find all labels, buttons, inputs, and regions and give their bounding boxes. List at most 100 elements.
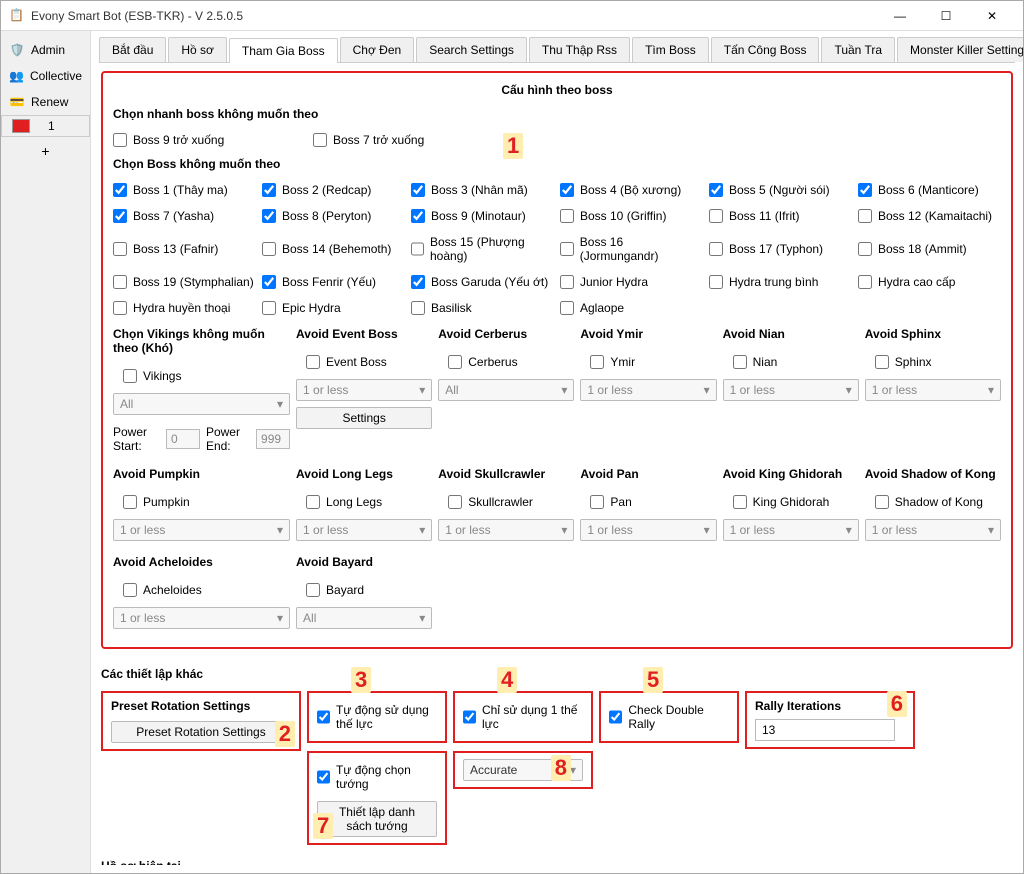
add-account-button[interactable]: + [1,137,90,165]
boss-8[interactable]: Boss 9 (Minotaur) [411,209,554,223]
boss-4[interactable]: Boss 5 (Người sói) [709,183,852,197]
avoid-ck[interactable]: Long Legs [306,495,432,509]
boss-7[interactable]: Boss 8 (Peryton) [262,209,405,223]
avoid-settings-button[interactable]: Settings [296,407,432,429]
boss-13[interactable]: Boss 14 (Behemoth) [262,235,405,263]
accurate-select[interactable]: Accurate [463,759,583,781]
avoid-select[interactable]: All [296,607,432,629]
quick-boss9[interactable]: Boss 9 trở xuống [113,133,313,147]
tab-4[interactable]: Search Settings [416,37,527,62]
boss-9[interactable]: Boss 10 (Griffin) [560,209,703,223]
avoid-select[interactable]: 1 or less [113,607,290,629]
avoid-select[interactable]: 1 or less [865,519,1001,541]
tab-2[interactable]: Tham Gia Boss [229,38,338,63]
power-end[interactable] [256,429,290,449]
avoid-select[interactable]: 1 or less [438,519,574,541]
boss-21[interactable]: Junior Hydra [560,275,703,289]
avoid-ck[interactable]: Ymir [590,355,716,369]
avoid-ck[interactable]: Bayard [306,583,432,597]
sidebar-item-admin[interactable]: 🛡️Admin [1,37,90,63]
avoid-col: Avoid NianNian1 or less [723,327,859,453]
general-list-button[interactable]: Thiết lập danh sách tướng [317,801,437,837]
preset-button[interactable]: Preset Rotation Settings [111,721,291,743]
shield-icon: 🛡️ [9,43,25,57]
avoid-select[interactable]: 1 or less [296,519,432,541]
boss-27[interactable]: Aglaope [560,301,703,315]
power-start[interactable] [166,429,200,449]
avoid-ck[interactable]: Nian [733,355,859,369]
avoid-ck[interactable]: Skullcrawler [448,495,574,509]
titlebar: 📋 Evony Smart Bot (ESB-TKR) - V 2.5.0.5 … [1,1,1023,31]
tab-9[interactable]: Monster Killer Settings [897,37,1023,62]
boss-2[interactable]: Boss 3 (Nhân mã) [411,183,554,197]
avoid-ck[interactable]: Pumpkin [123,495,290,509]
window-title: Evony Smart Bot (ESB-TKR) - V 2.5.0.5 [31,9,877,23]
avoid-select[interactable]: 1 or less [580,519,716,541]
boss-26[interactable]: Basilisk [411,301,554,315]
boss-24[interactable]: Hydra huyền thoại [113,301,256,315]
app-window: 📋 Evony Smart Bot (ESB-TKR) - V 2.5.0.5 … [0,0,1024,874]
rally-input[interactable] [755,719,895,741]
close-button[interactable]: ✕ [969,1,1015,31]
boss-22[interactable]: Hydra trung bình [709,275,852,289]
avoid-select[interactable]: All [438,379,574,401]
auto-stamina-check[interactable]: Tự động sử dụng thế lực [317,703,437,731]
avoid-col: Avoid BayardBayardAll [296,555,432,629]
boss-6[interactable]: Boss 7 (Yasha) [113,209,256,223]
boss-3[interactable]: Boss 4 (Bộ xương) [560,183,703,197]
avoid-select[interactable]: 1 or less [113,519,290,541]
maximize-button[interactable]: ☐ [923,1,969,31]
auto-general-check[interactable]: Tự động chọn tướng [317,763,437,791]
double-rally-check[interactable]: Check Double Rally [609,703,729,731]
boss-grid: Boss 1 (Thây ma) Boss 2 (Redcap) Boss 3 (N… [113,179,1001,319]
avoid-ck[interactable]: Acheloides [123,583,290,597]
sidebar-item-renew[interactable]: 💳Renew [1,89,90,115]
tab-6[interactable]: Tìm Boss [632,37,709,62]
avoid-ck[interactable]: Pan [590,495,716,509]
boss-19[interactable]: Boss Fenrir (Yếu) [262,275,405,289]
boss-12[interactable]: Boss 13 (Fafnir) [113,235,256,263]
tab-7[interactable]: Tấn Công Boss [711,37,820,62]
sidebar-item-collective[interactable]: 👥Collective [1,63,90,89]
boss-14[interactable]: Boss 15 (Phượng hoàng) [411,235,554,263]
boss-17[interactable]: Boss 18 (Ammit) [858,235,1001,263]
boss-16[interactable]: Boss 17 (Typhon) [709,235,852,263]
sidebar: 🛡️Admin 👥Collective 💳Renew 1 + [1,31,91,873]
quick-boss7[interactable]: Boss 7 trở xuống [313,133,513,147]
avoid-ck[interactable]: King Ghidorah [733,495,859,509]
minimize-button[interactable]: — [877,1,923,31]
avoid-ck[interactable]: Event Boss [306,355,432,369]
other-head: Các thiết lập khác [101,667,1013,681]
tab-0[interactable]: Bắt đầu [99,37,166,62]
boss-15[interactable]: Boss 16 (Jormungandr) [560,235,703,263]
tab-3[interactable]: Chợ Đen [340,37,415,62]
avoid-ck[interactable]: Cerberus [448,355,574,369]
avoid-select[interactable]: 1 or less [723,379,859,401]
avoid-select[interactable]: 1 or less [723,519,859,541]
boss-1[interactable]: Boss 2 (Redcap) [262,183,405,197]
boss-23[interactable]: Hydra cao cấp [858,275,1001,289]
boss-25[interactable]: Epic Hydra [262,301,405,315]
tab-1[interactable]: Hồ sơ [168,37,227,62]
account-row[interactable]: 1 [1,115,90,137]
avoid-select[interactable]: All [113,393,290,415]
boss-0[interactable]: Boss 1 (Thây ma) [113,183,256,197]
avoid-ck[interactable]: Vikings [123,369,290,383]
one-stamina-check[interactable]: Chỉ sử dụng 1 thế lực [463,703,583,731]
avoid-col: Avoid SphinxSphinx1 or less [865,327,1001,453]
avoid-select[interactable]: 1 or less [865,379,1001,401]
avoid-ck[interactable]: Sphinx [875,355,1001,369]
avoid-col: Avoid Shadow of KongShadow of Kong1 or l… [865,467,1001,541]
avoid-ck[interactable]: Shadow of Kong [875,495,1001,509]
avoid-select[interactable]: 1 or less [296,379,432,401]
boss-11[interactable]: Boss 12 (Kamaitachi) [858,209,1001,223]
boss-5[interactable]: Boss 6 (Manticore) [858,183,1001,197]
boss-18[interactable]: Boss 19 (Stymphalian) [113,275,256,289]
tab-5[interactable]: Thu Thập Rss [529,37,630,62]
tab-8[interactable]: Tuần Tra [821,37,895,62]
avoid-select[interactable]: 1 or less [580,379,716,401]
avoid-col: Avoid YmirYmir1 or less [580,327,716,453]
boss-10[interactable]: Boss 11 (Ifrit) [709,209,852,223]
avoid-row-2: Avoid PumpkinPumpkin1 or lessAvoid Long … [113,467,1001,541]
boss-20[interactable]: Boss Garuda (Yếu ớt) [411,275,554,289]
